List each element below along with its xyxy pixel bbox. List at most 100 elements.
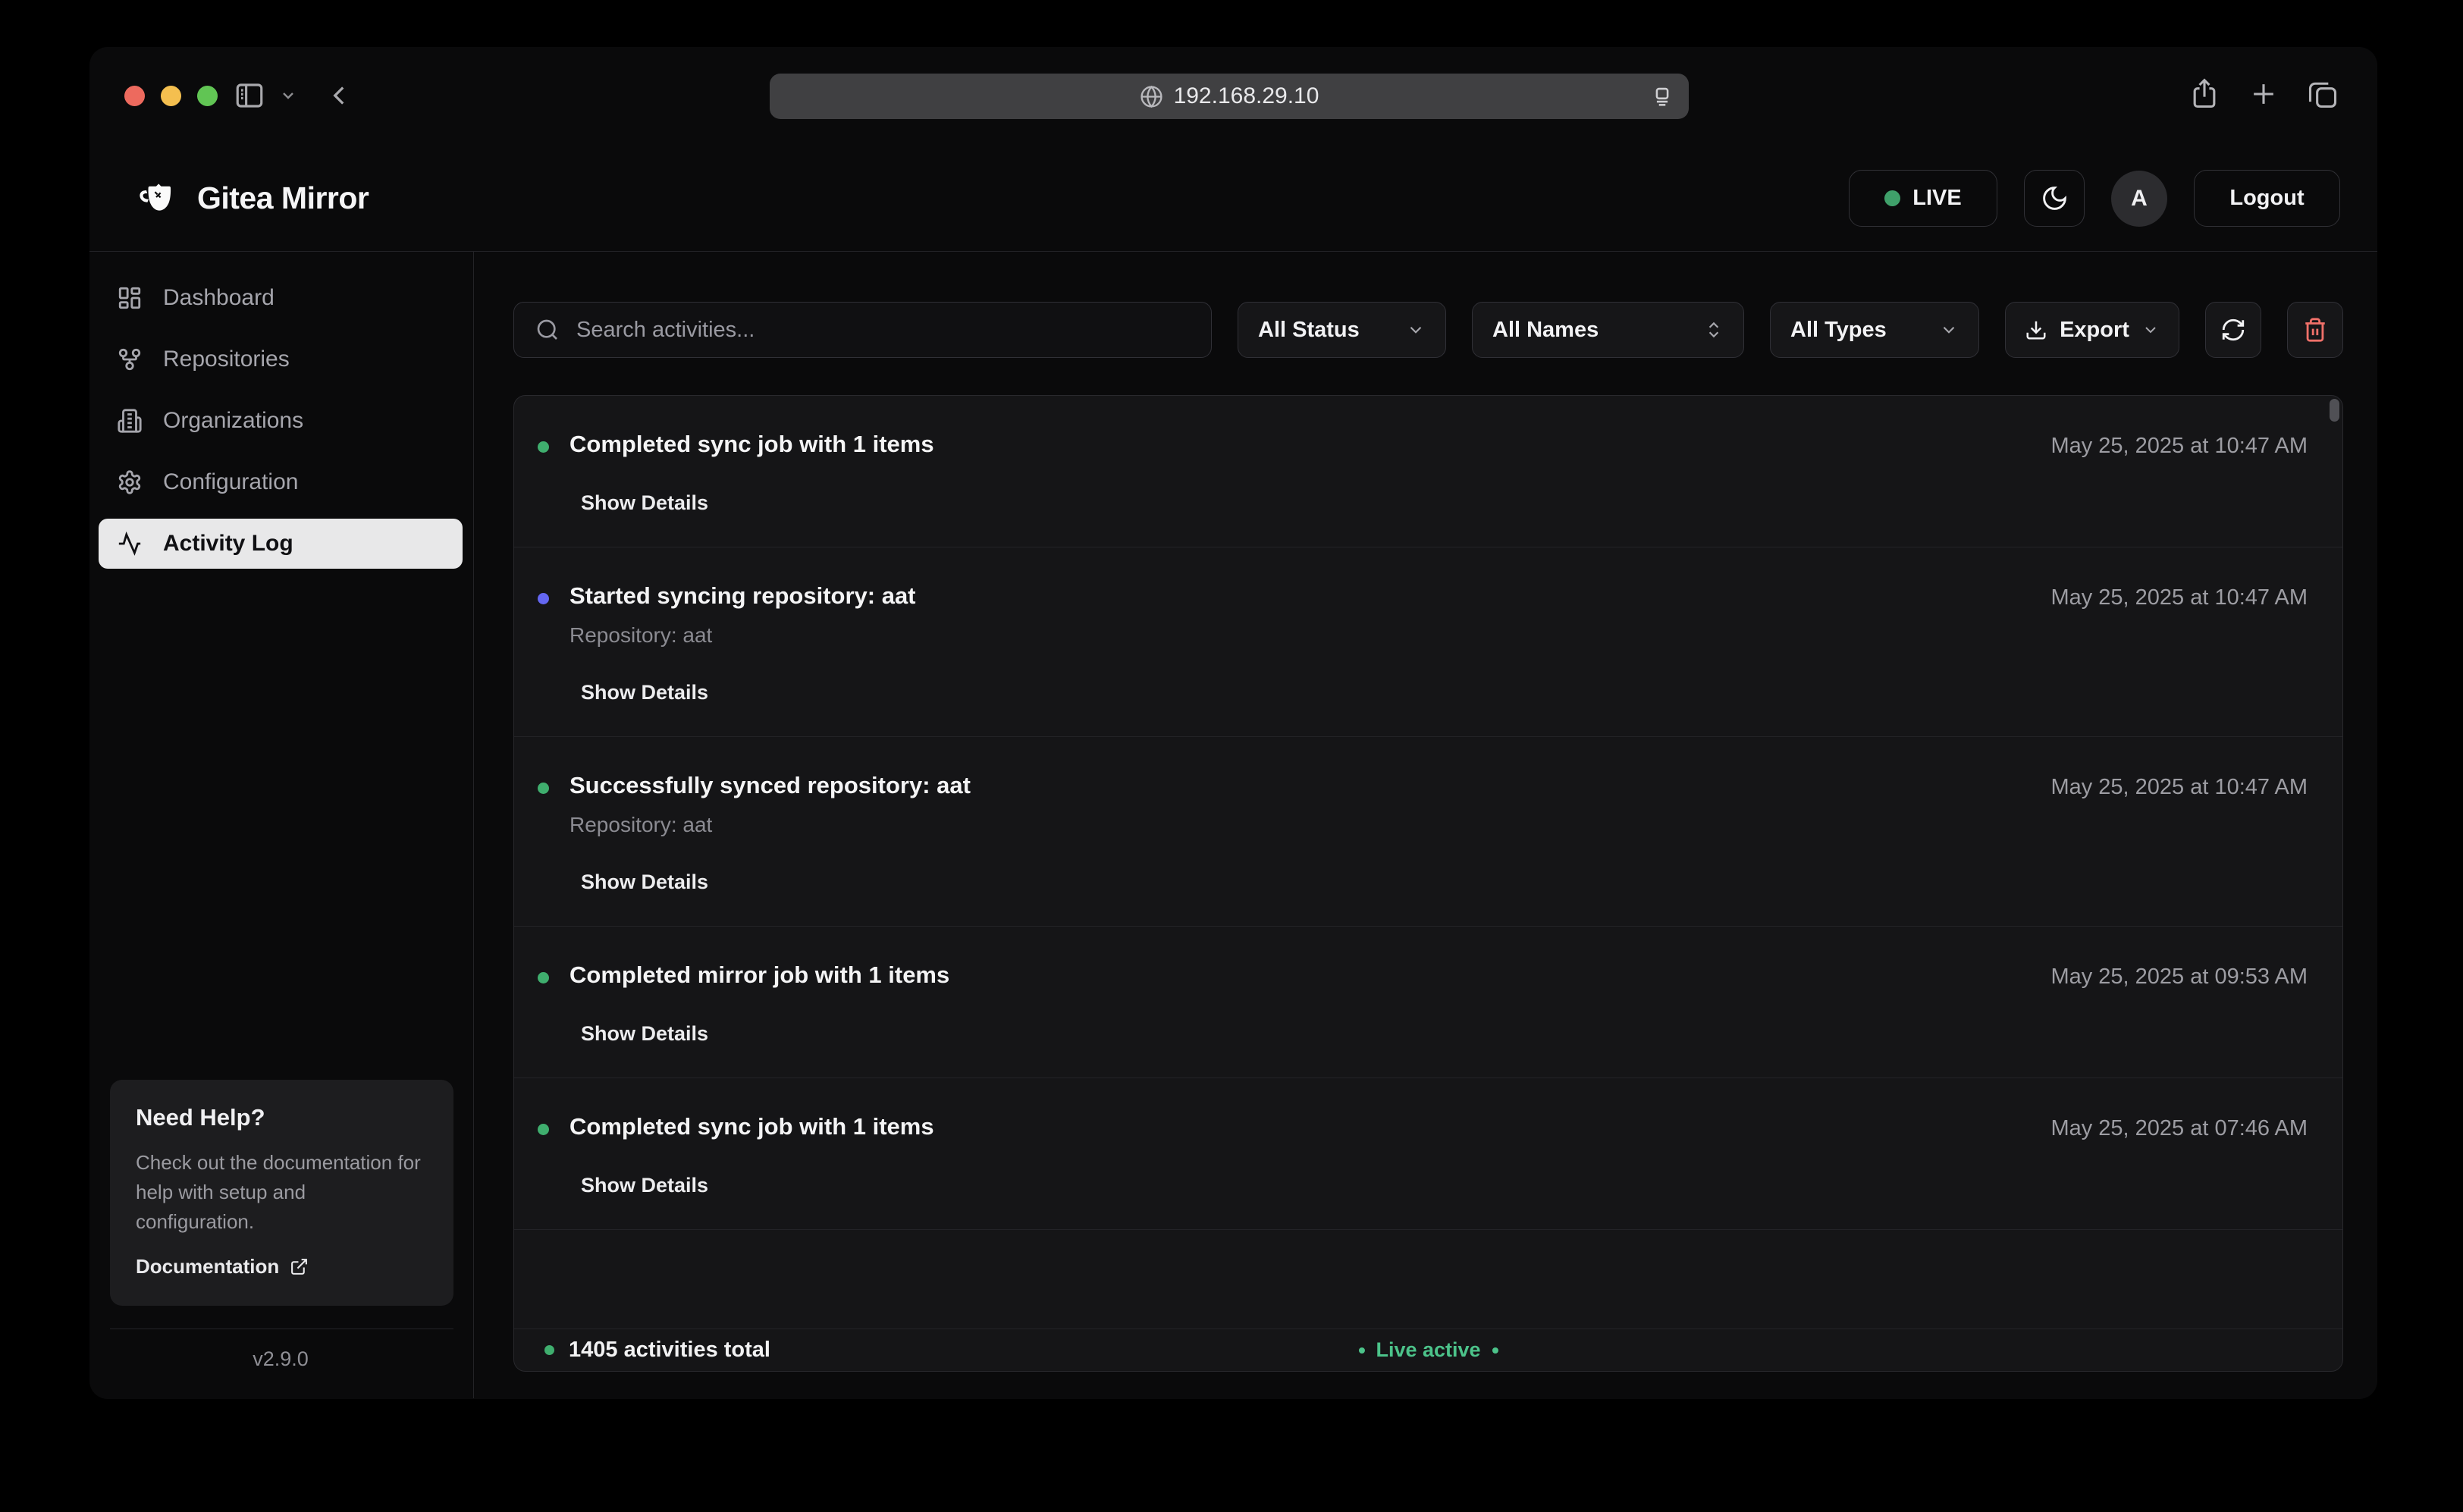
minimize-window-button[interactable] xyxy=(161,86,181,106)
chevron-down-icon xyxy=(1406,320,1426,340)
activity-timestamp: May 25, 2025 at 10:47 AM xyxy=(2050,772,2308,894)
logout-button[interactable]: Logout xyxy=(2194,170,2340,227)
url-text: 192.168.29.10 xyxy=(1174,83,1319,109)
status-dot-icon xyxy=(538,972,549,983)
status-dot-icon xyxy=(538,783,549,794)
page-display-icon[interactable] xyxy=(1649,83,1675,109)
show-details-button[interactable]: Show Details xyxy=(581,1022,949,1046)
types-filter-select[interactable]: All Types xyxy=(1770,302,1979,358)
scrollbar-thumb[interactable] xyxy=(2330,399,2339,422)
browser-toolbar: 192.168.29.10 xyxy=(89,47,2377,146)
live-mini-dot-icon xyxy=(1492,1347,1498,1354)
theme-toggle-button[interactable] xyxy=(2024,170,2085,227)
help-body: Check out the documentation for help wit… xyxy=(136,1148,428,1237)
status-dot-icon xyxy=(538,593,549,604)
chevron-down-icon xyxy=(2141,321,2160,339)
status-dot-icon xyxy=(538,1124,549,1135)
address-bar[interactable]: 192.168.29.10 xyxy=(770,74,1689,119)
sidebar-menu-chevron-icon[interactable] xyxy=(279,86,297,105)
help-title: Need Help? xyxy=(136,1104,428,1131)
activity-timestamp: May 25, 2025 at 09:53 AM xyxy=(2050,961,2308,1046)
search-icon xyxy=(535,318,560,342)
live-status-button[interactable]: LIVE xyxy=(1849,170,1997,227)
activity-toolbar: All Status All Names All Types xyxy=(513,302,2343,358)
activity-title: Started syncing repository: aat xyxy=(569,582,916,610)
zoom-window-button[interactable] xyxy=(197,86,218,106)
live-label: LIVE xyxy=(1912,186,1961,211)
activity-row: Successfully synced repository: aat Repo… xyxy=(514,737,2342,927)
activity-row: Started syncing repository: aat Reposito… xyxy=(514,547,2342,737)
download-icon xyxy=(2025,318,2047,341)
status-dot-icon xyxy=(538,441,549,453)
traffic-lights xyxy=(124,86,218,106)
activity-icon xyxy=(117,531,143,557)
activity-subtitle: Repository: aat xyxy=(569,813,971,837)
refresh-button[interactable] xyxy=(2205,302,2261,358)
activity-title: Completed sync job with 1 items xyxy=(569,1113,934,1140)
activity-timestamp: May 25, 2025 at 10:47 AM xyxy=(2050,582,2308,704)
show-details-button[interactable]: Show Details xyxy=(581,870,971,894)
sidebar-item-repositories[interactable]: Repositories xyxy=(99,334,463,384)
live-status-indicator: Live active xyxy=(1358,1338,1498,1362)
activity-row: Completed mirror job with 1 items Show D… xyxy=(514,927,2342,1078)
globe-icon xyxy=(1140,85,1163,108)
sidebar-item-dashboard[interactable]: Dashboard xyxy=(99,273,463,323)
activity-title: Completed mirror job with 1 items xyxy=(569,961,949,989)
show-details-button[interactable]: Show Details xyxy=(581,681,916,704)
avatar-initial: A xyxy=(2131,186,2148,212)
status-filter-value: All Status xyxy=(1258,318,1360,343)
export-button[interactable]: Export xyxy=(2005,302,2179,358)
building-icon xyxy=(117,408,143,434)
activity-title: Successfully synced repository: aat xyxy=(569,772,971,799)
show-details-button[interactable]: Show Details xyxy=(581,1174,934,1197)
gitea-cup-logo-icon xyxy=(138,179,180,218)
brand[interactable]: Gitea Mirror xyxy=(138,179,369,218)
sidebar-item-label: Dashboard xyxy=(163,285,275,311)
show-details-button[interactable]: Show Details xyxy=(581,491,934,515)
sidebar-item-label: Activity Log xyxy=(163,531,293,557)
delete-button[interactable] xyxy=(2287,302,2343,358)
dashboard-icon xyxy=(117,285,143,311)
sidebar-item-activity-log[interactable]: Activity Log xyxy=(99,519,463,569)
sidebar-divider xyxy=(110,1328,453,1329)
main-content: All Status All Names All Types xyxy=(474,252,2377,1398)
sidebar: Dashboard Repositories Organizations Con… xyxy=(89,252,474,1398)
search-input[interactable] xyxy=(576,318,1190,343)
activity-row: Completed sync job with 1 items Show Det… xyxy=(514,396,2342,547)
documentation-link[interactable]: Documentation xyxy=(136,1255,428,1278)
sidebar-item-configuration[interactable]: Configuration xyxy=(99,457,463,507)
external-link-icon xyxy=(290,1257,309,1276)
user-avatar[interactable]: A xyxy=(2111,171,2167,227)
refresh-icon xyxy=(2220,317,2246,343)
activity-subtitle: Repository: aat xyxy=(569,623,916,648)
moon-icon xyxy=(2041,184,2069,212)
browser-window: 192.168.29.10 xyxy=(89,47,2377,1399)
share-icon[interactable] xyxy=(2188,77,2221,111)
logout-label: Logout xyxy=(2229,186,2304,211)
close-window-button[interactable] xyxy=(124,86,145,106)
export-label: Export xyxy=(2060,318,2129,343)
app-title: Gitea Mirror xyxy=(197,180,369,216)
list-footer: 1405 activities total Live active xyxy=(514,1328,2342,1371)
types-filter-value: All Types xyxy=(1790,318,1887,343)
status-filter-select[interactable]: All Status xyxy=(1238,302,1446,358)
git-fork-icon xyxy=(117,347,143,372)
total-dot-icon xyxy=(544,1345,554,1355)
live-mini-dot-icon xyxy=(1358,1347,1364,1354)
new-tab-icon[interactable] xyxy=(2247,77,2280,111)
tab-overview-icon[interactable] xyxy=(2306,77,2339,111)
names-filter-value: All Names xyxy=(1492,318,1599,343)
names-filter-select[interactable]: All Names xyxy=(1472,302,1744,358)
app-header: Gitea Mirror LIVE A Logout xyxy=(89,146,2377,252)
back-button[interactable] xyxy=(323,80,355,111)
sidebar-item-label: Organizations xyxy=(163,408,303,434)
sidebar-toggle-icon[interactable] xyxy=(234,80,265,111)
activity-timestamp: May 25, 2025 at 07:46 AM xyxy=(2050,1113,2308,1197)
live-active-label: Live active xyxy=(1376,1338,1480,1362)
search-box[interactable] xyxy=(513,302,1212,358)
documentation-label: Documentation xyxy=(136,1255,279,1278)
list-spacer xyxy=(514,1230,2342,1328)
activity-timestamp: May 25, 2025 at 10:47 AM xyxy=(2050,431,2308,515)
sidebar-item-organizations[interactable]: Organizations xyxy=(99,396,463,446)
trash-icon xyxy=(2302,317,2328,343)
